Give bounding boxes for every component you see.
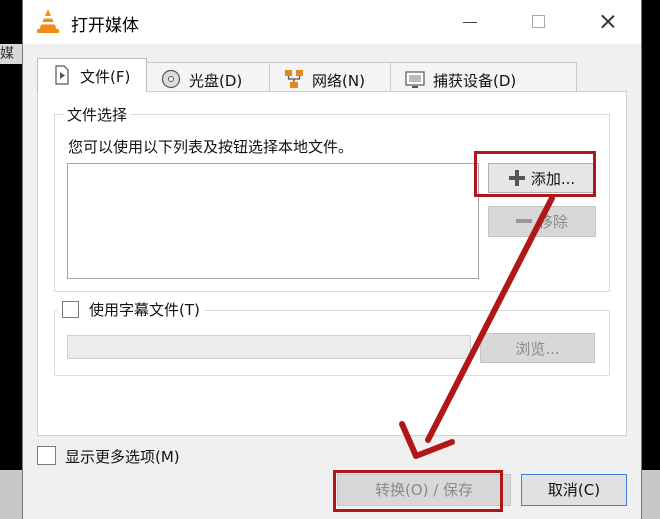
more-options-checkbox[interactable] xyxy=(37,446,56,465)
minus-icon xyxy=(515,213,532,229)
tab-capture-device[interactable]: 捕获设备(D) xyxy=(390,62,577,91)
tab-network[interactable]: 网络(N) xyxy=(269,62,391,91)
subtitle-checkbox-label: 使用字幕文件(T) xyxy=(89,301,200,319)
convert-save-label: 转换(O) / 保存 xyxy=(374,481,474,499)
dialog-title: 打开媒体 xyxy=(71,16,139,36)
subtitle-checkbox-row[interactable]: 使用字幕文件(T) xyxy=(58,299,204,320)
subtitle-checkbox[interactable] xyxy=(62,301,79,318)
cancel-label: 取消(C) xyxy=(547,481,601,499)
file-selection-description: 您可以使用以下列表及按钮选择本地文件。 xyxy=(68,138,354,156)
title-bar[interactable]: 打开媒体 xyxy=(23,0,641,44)
subtitle-file-input[interactable] xyxy=(67,335,471,359)
tab-file[interactable]: 文件(F) xyxy=(37,58,147,92)
browse-subtitle-button[interactable]: 浏览... xyxy=(480,333,595,363)
more-options-label: 显示更多选项(M) xyxy=(65,448,180,466)
add-file-button[interactable]: 添加... xyxy=(488,163,596,193)
tab-network-label: 网络(N) xyxy=(312,72,365,90)
file-play-icon xyxy=(55,65,69,85)
source-tabs: 文件(F) 光盘(D) 网络(N) 捕获设备(D) xyxy=(37,58,577,92)
cancel-button[interactable]: 取消(C) xyxy=(521,474,627,506)
disc-icon xyxy=(161,69,181,89)
more-options-row[interactable]: 显示更多选项(M) xyxy=(37,446,180,467)
vlc-cone-icon xyxy=(37,9,59,33)
background-window-edge-right xyxy=(640,470,660,519)
capture-device-icon xyxy=(405,71,425,88)
maximize-button[interactable] xyxy=(523,8,553,36)
plus-icon xyxy=(508,170,525,186)
minimize-button[interactable] xyxy=(455,8,485,36)
background-window-edge-left xyxy=(0,470,22,519)
tab-file-label: 文件(F) xyxy=(80,68,131,86)
convert-save-button[interactable]: 转换(O) / 保存 xyxy=(337,474,511,506)
tab-disc[interactable]: 光盘(D) xyxy=(146,62,270,91)
tab-disc-label: 光盘(D) xyxy=(189,72,243,90)
network-icon xyxy=(285,70,303,88)
tab-capture-label: 捕获设备(D) xyxy=(433,72,517,90)
background-window-fragment: 媒体 xyxy=(0,44,24,64)
file-list[interactable] xyxy=(67,163,479,279)
close-button[interactable] xyxy=(593,8,623,36)
file-selection-title: 文件选择 xyxy=(64,104,131,125)
add-file-label: 添加... xyxy=(530,170,576,188)
remove-file-button[interactable]: 移除 xyxy=(488,206,596,237)
remove-file-label: 移除 xyxy=(537,213,568,231)
browse-subtitle-label: 浏览... xyxy=(515,340,560,358)
